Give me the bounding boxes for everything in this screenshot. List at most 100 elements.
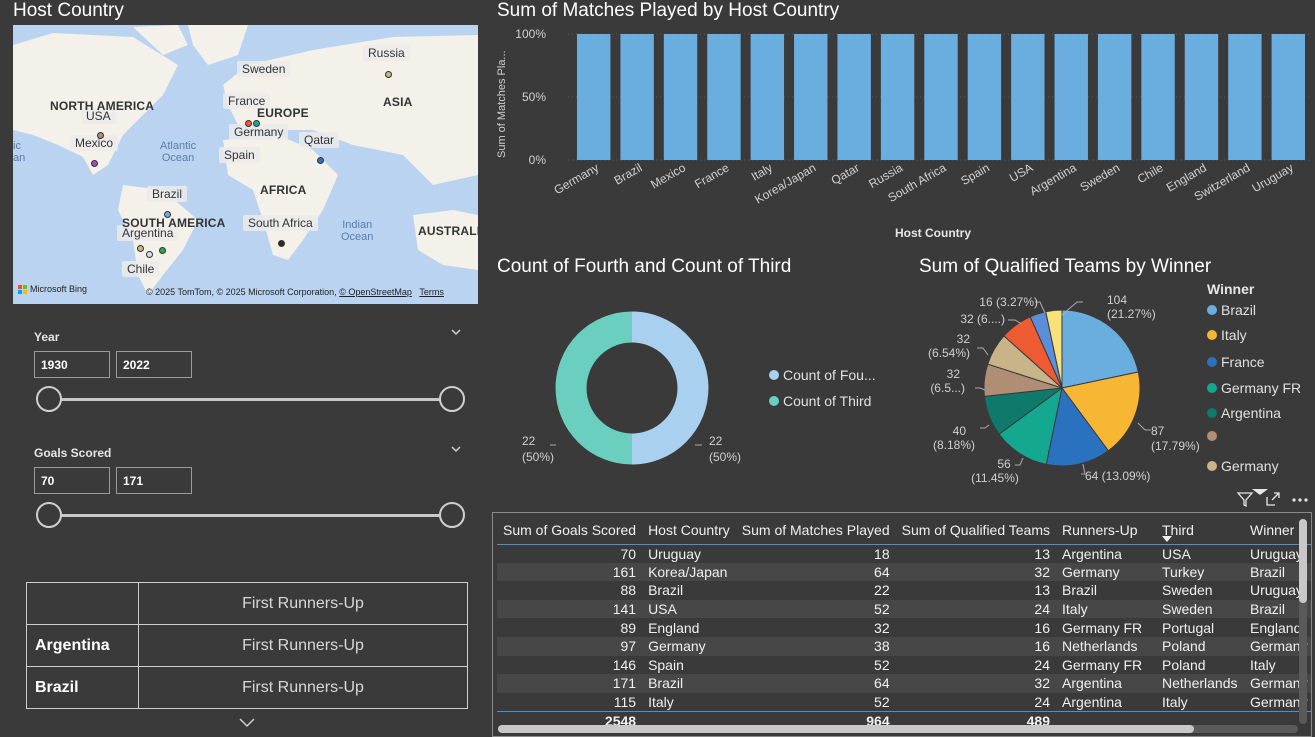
pie-legend-item[interactable]: Italy — [1207, 327, 1247, 343]
osm-link[interactable]: © OpenStreetMap — [339, 287, 412, 297]
table-cell: 64 — [735, 674, 896, 693]
bar-south-africa[interactable] — [924, 34, 958, 160]
legend-dot-icon — [1207, 431, 1217, 441]
matches-bar-chart[interactable]: Sum of Matches Pla... Host Country 100% 5… — [492, 22, 1315, 244]
goals-slider-max-handle[interactable] — [439, 502, 465, 528]
column-header[interactable]: Sum of Qualified Teams — [895, 516, 1056, 545]
table-cell: 52 — [874, 656, 890, 673]
bar-russia[interactable] — [880, 34, 915, 160]
pie-legend-item[interactable]: France — [1207, 354, 1265, 370]
donut-label-left: 22 (50%) — [522, 434, 556, 464]
year-slider-max-handle[interactable] — [439, 386, 465, 412]
column-header[interactable]: Runners-Up — [1056, 516, 1156, 545]
legend-label: Italy — [1221, 327, 1247, 343]
map-point[interactable] — [385, 71, 392, 78]
legend-dot-icon — [1207, 357, 1217, 367]
map-point[interactable] — [278, 240, 285, 247]
table-cell: Argentina — [1062, 545, 1122, 562]
goals-slider-min-handle[interactable] — [36, 502, 62, 528]
legend-dot-icon — [1207, 383, 1217, 393]
donut-slice[interactable] — [555, 311, 633, 465]
bar-brazil[interactable] — [620, 34, 654, 160]
table-row[interactable]: 146 Spain 52 24 Germany FR Poland Italy — [497, 656, 1311, 675]
data-table[interactable]: Sum of Goals Scored Host Country Sum of Ma… — [492, 512, 1312, 737]
goals-min-input[interactable]: 70 — [34, 467, 110, 494]
terms-link[interactable]: Terms — [419, 287, 444, 297]
bar-mexico[interactable] — [663, 34, 698, 160]
table-cell: Italy — [1056, 599, 1156, 619]
host-country-map[interactable]: Sweden Russia France USA Germany Mexico … — [13, 25, 478, 304]
year-slider-min-handle[interactable] — [36, 386, 62, 412]
more-options-icon[interactable] — [1290, 490, 1310, 513]
goals-slicer-chevron-down-icon[interactable] — [450, 443, 462, 458]
year-min-input[interactable]: 1930 — [34, 351, 110, 378]
map-point[interactable] — [159, 247, 166, 254]
focus-mode-icon[interactable] — [1264, 490, 1282, 513]
pie-legend-item[interactable]: Argentina — [1207, 405, 1281, 421]
vertical-scrollbar-thumb[interactable] — [1299, 519, 1307, 603]
map-point[interactable] — [164, 211, 171, 218]
table-row[interactable]: 70 Uruguay 18 13 Argentina USA Uruguay — [497, 544, 1311, 563]
matrix-row[interactable]: Brazil First Runners-Up — [26, 666, 468, 709]
bar-sweden[interactable] — [1097, 34, 1132, 160]
table-cell: 141 — [497, 599, 643, 619]
map-point[interactable] — [317, 157, 324, 164]
map-point[interactable] — [97, 132, 104, 139]
pie-legend-item[interactable]: Germany FR — [1207, 380, 1301, 396]
column-header[interactable]: Sum of Goals Scored — [497, 516, 643, 545]
legend-label: Count of Fou... — [783, 367, 876, 383]
table-row[interactable]: 161 Korea/Japan 64 32 Germany Turkey Brazil — [497, 562, 1311, 582]
pie-legend-item[interactable]: Brazil — [1207, 302, 1256, 318]
bar-uruguay[interactable] — [1271, 34, 1306, 160]
table-row[interactable]: 171 Brazil 64 32 Argentina Netherlands Germany — [497, 674, 1311, 693]
bar-argentina[interactable] — [1054, 34, 1088, 160]
matrix-scroll-down-icon[interactable] — [238, 716, 256, 734]
pie-legend-item[interactable]: Germany — [1207, 458, 1279, 474]
map-point[interactable] — [91, 160, 98, 167]
horizontal-scrollbar[interactable] — [498, 725, 1298, 733]
map-region-australia: AUSTRALIA — [418, 224, 478, 238]
sort-descending-icon[interactable] — [1162, 535, 1172, 542]
map-point[interactable] — [253, 120, 260, 127]
bar-germany[interactable] — [576, 34, 611, 160]
year-slicer-chevron-down-icon[interactable] — [450, 326, 462, 341]
column-header[interactable]: Third — [1156, 516, 1244, 545]
bar-x-tick: France — [692, 160, 732, 191]
donut-legend-item[interactable]: Count of Fou... — [769, 367, 876, 383]
table-row[interactable]: 88 Brazil 22 13 Brazil Sweden Uruguay — [497, 581, 1311, 600]
horizontal-scrollbar-thumb[interactable] — [498, 725, 1194, 733]
vertical-scrollbar[interactable] — [1299, 519, 1307, 724]
table-cell: 52 — [735, 599, 896, 619]
table-row[interactable]: 141 USA 52 24 Italy Sweden Brazil — [497, 599, 1311, 619]
bar-korea-japan[interactable] — [794, 34, 828, 160]
table-cell: 32 — [895, 562, 1056, 582]
bar-qatar[interactable] — [837, 34, 871, 160]
bar-switzerland[interactable] — [1228, 34, 1262, 160]
pie-legend-item[interactable] — [1207, 431, 1221, 441]
map-point[interactable] — [146, 251, 153, 258]
map-point[interactable] — [137, 245, 144, 252]
bar-italy[interactable] — [750, 34, 785, 160]
donut-legend-item[interactable]: Count of Third — [769, 393, 871, 409]
legend-label: France — [1221, 354, 1265, 370]
table-row[interactable]: 89 England 32 16 Germany FR Portugal England — [497, 618, 1311, 637]
column-header[interactable]: Host Country — [642, 516, 736, 545]
donut-slice[interactable] — [631, 311, 709, 465]
bar-spain[interactable] — [967, 34, 1002, 160]
bar-france[interactable] — [707, 34, 741, 160]
goals-slider-track[interactable] — [49, 514, 452, 517]
table-cell: 115 — [613, 693, 637, 710]
year-slider-track[interactable] — [49, 398, 452, 401]
table-row[interactable]: 115 Italy 52 24 Argentina Italy Germany — [497, 693, 1311, 712]
bar-england[interactable] — [1184, 34, 1219, 160]
goals-max-input[interactable]: 171 — [116, 467, 192, 494]
year-max-input[interactable]: 2022 — [116, 351, 192, 378]
table-row[interactable]: 97 Germany 38 16 Netherlands Poland Germany — [497, 636, 1311, 656]
pie-chart[interactable]: 104 (21.27%) 87 (17.79%) 64 (13.09%) 56 … — [905, 280, 1205, 490]
bar-usa[interactable] — [1011, 34, 1045, 160]
matrix-row[interactable]: Argentina First Runners-Up — [26, 624, 468, 667]
legend-dot-icon — [1207, 305, 1217, 315]
map-point[interactable] — [245, 120, 252, 127]
column-header[interactable]: Sum of Matches Played — [735, 516, 896, 545]
bar-chile[interactable] — [1141, 34, 1175, 160]
